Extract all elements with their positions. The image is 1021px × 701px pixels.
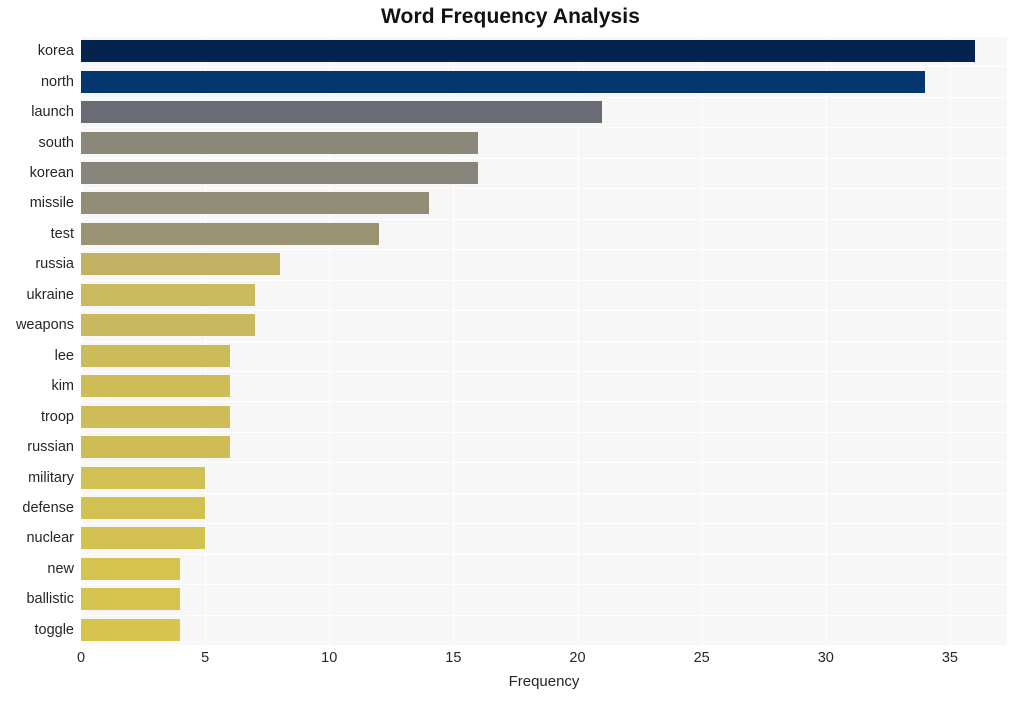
bar-lee[interactable] [81, 344, 230, 367]
x-axis-title: Frequency [508, 673, 580, 690]
bar-ballistic[interactable] [81, 588, 181, 611]
gridline-y [81, 249, 1007, 250]
y-tick-label-lee: lee [54, 347, 74, 364]
bar-new[interactable] [81, 557, 181, 580]
y-tick-label-test: test [50, 225, 74, 242]
x-axis-tick-labels: 0 5 10 15 20 25 30 35 [0, 650, 1021, 672]
bar-kim[interactable] [81, 375, 230, 398]
bar-toggle[interactable] [81, 618, 181, 641]
bar-ukraine[interactable] [81, 283, 255, 306]
x-tick-label-10: 10 [321, 650, 338, 666]
bar-military[interactable] [81, 466, 206, 489]
gridline-y [81, 432, 1007, 433]
y-tick-label-missile: missile [29, 195, 74, 212]
y-tick-label-defense: defense [22, 499, 74, 516]
y-tick-label-kim: kim [51, 378, 74, 395]
gridline-y [81, 523, 1007, 524]
gridline-y [81, 127, 1007, 128]
y-tick-label-weapons: weapons [15, 317, 74, 334]
gridline-y [81, 554, 1007, 555]
bar-weapons[interactable] [81, 314, 255, 337]
x-tick-label-5: 5 [201, 650, 210, 666]
word-frequency-bar-chart: Word Frequency Analysis korea north launch… [0, 0, 1021, 701]
y-tick-label-new: new [47, 560, 74, 577]
gridline-y [81, 615, 1007, 616]
y-tick-label-toggle: toggle [34, 621, 74, 638]
y-tick-label-korean: korean [29, 165, 74, 182]
y-tick-label-russian: russian [27, 439, 74, 456]
gridline-y [81, 401, 1007, 402]
y-tick-label-launch: launch [31, 104, 74, 121]
x-tick-label-25: 25 [693, 650, 710, 666]
chart-title: Word Frequency Analysis [380, 5, 641, 28]
gridline-y [81, 371, 1007, 372]
y-tick-label-russia: russia [35, 256, 74, 273]
x-tick-label-30: 30 [817, 650, 834, 666]
y-tick-label-nuclear: nuclear [26, 530, 74, 547]
bar-russian[interactable] [81, 436, 230, 459]
x-tick-label-0: 0 [76, 650, 86, 666]
gridline-y [81, 341, 1007, 342]
gridline-y [81, 66, 1007, 67]
gridline-y [81, 462, 1007, 463]
gridline-y [81, 219, 1007, 220]
x-tick-label-20: 20 [569, 650, 586, 666]
gridline-y [81, 493, 1007, 494]
bar-korean[interactable] [81, 162, 479, 185]
bar-defense[interactable] [81, 496, 206, 519]
gridline-y [81, 36, 1007, 37]
y-tick-label-south: south [38, 134, 74, 151]
gridline-y [81, 310, 1007, 311]
y-tick-label-korea: korea [37, 43, 74, 60]
y-axis-tick-labels: korea north launch south korean missile test ru… [0, 36, 74, 645]
y-tick-label-troop: troop [40, 408, 74, 425]
x-tick-label-15: 15 [445, 650, 462, 666]
bar-troop[interactable] [81, 405, 230, 428]
gridline-y [81, 188, 1007, 189]
bar-missile[interactable] [81, 192, 429, 215]
gridline-y [81, 158, 1007, 159]
bar-nuclear[interactable] [81, 527, 206, 550]
bar-launch[interactable] [81, 101, 603, 124]
gridline-y [81, 584, 1007, 585]
bar-north[interactable] [81, 70, 926, 93]
x-tick-label-35: 35 [941, 650, 958, 666]
bar-korea[interactable] [81, 40, 975, 63]
y-tick-label-north: north [40, 73, 74, 90]
plot-area [81, 36, 1007, 645]
bar-south[interactable] [81, 131, 479, 154]
gridline-y [81, 280, 1007, 281]
y-tick-label-ballistic: ballistic [26, 591, 74, 608]
y-tick-label-military: military [28, 469, 74, 486]
bar-test[interactable] [81, 222, 379, 245]
y-tick-label-ukraine: ukraine [26, 286, 74, 303]
bar-russia[interactable] [81, 253, 280, 276]
gridline-y [81, 97, 1007, 98]
